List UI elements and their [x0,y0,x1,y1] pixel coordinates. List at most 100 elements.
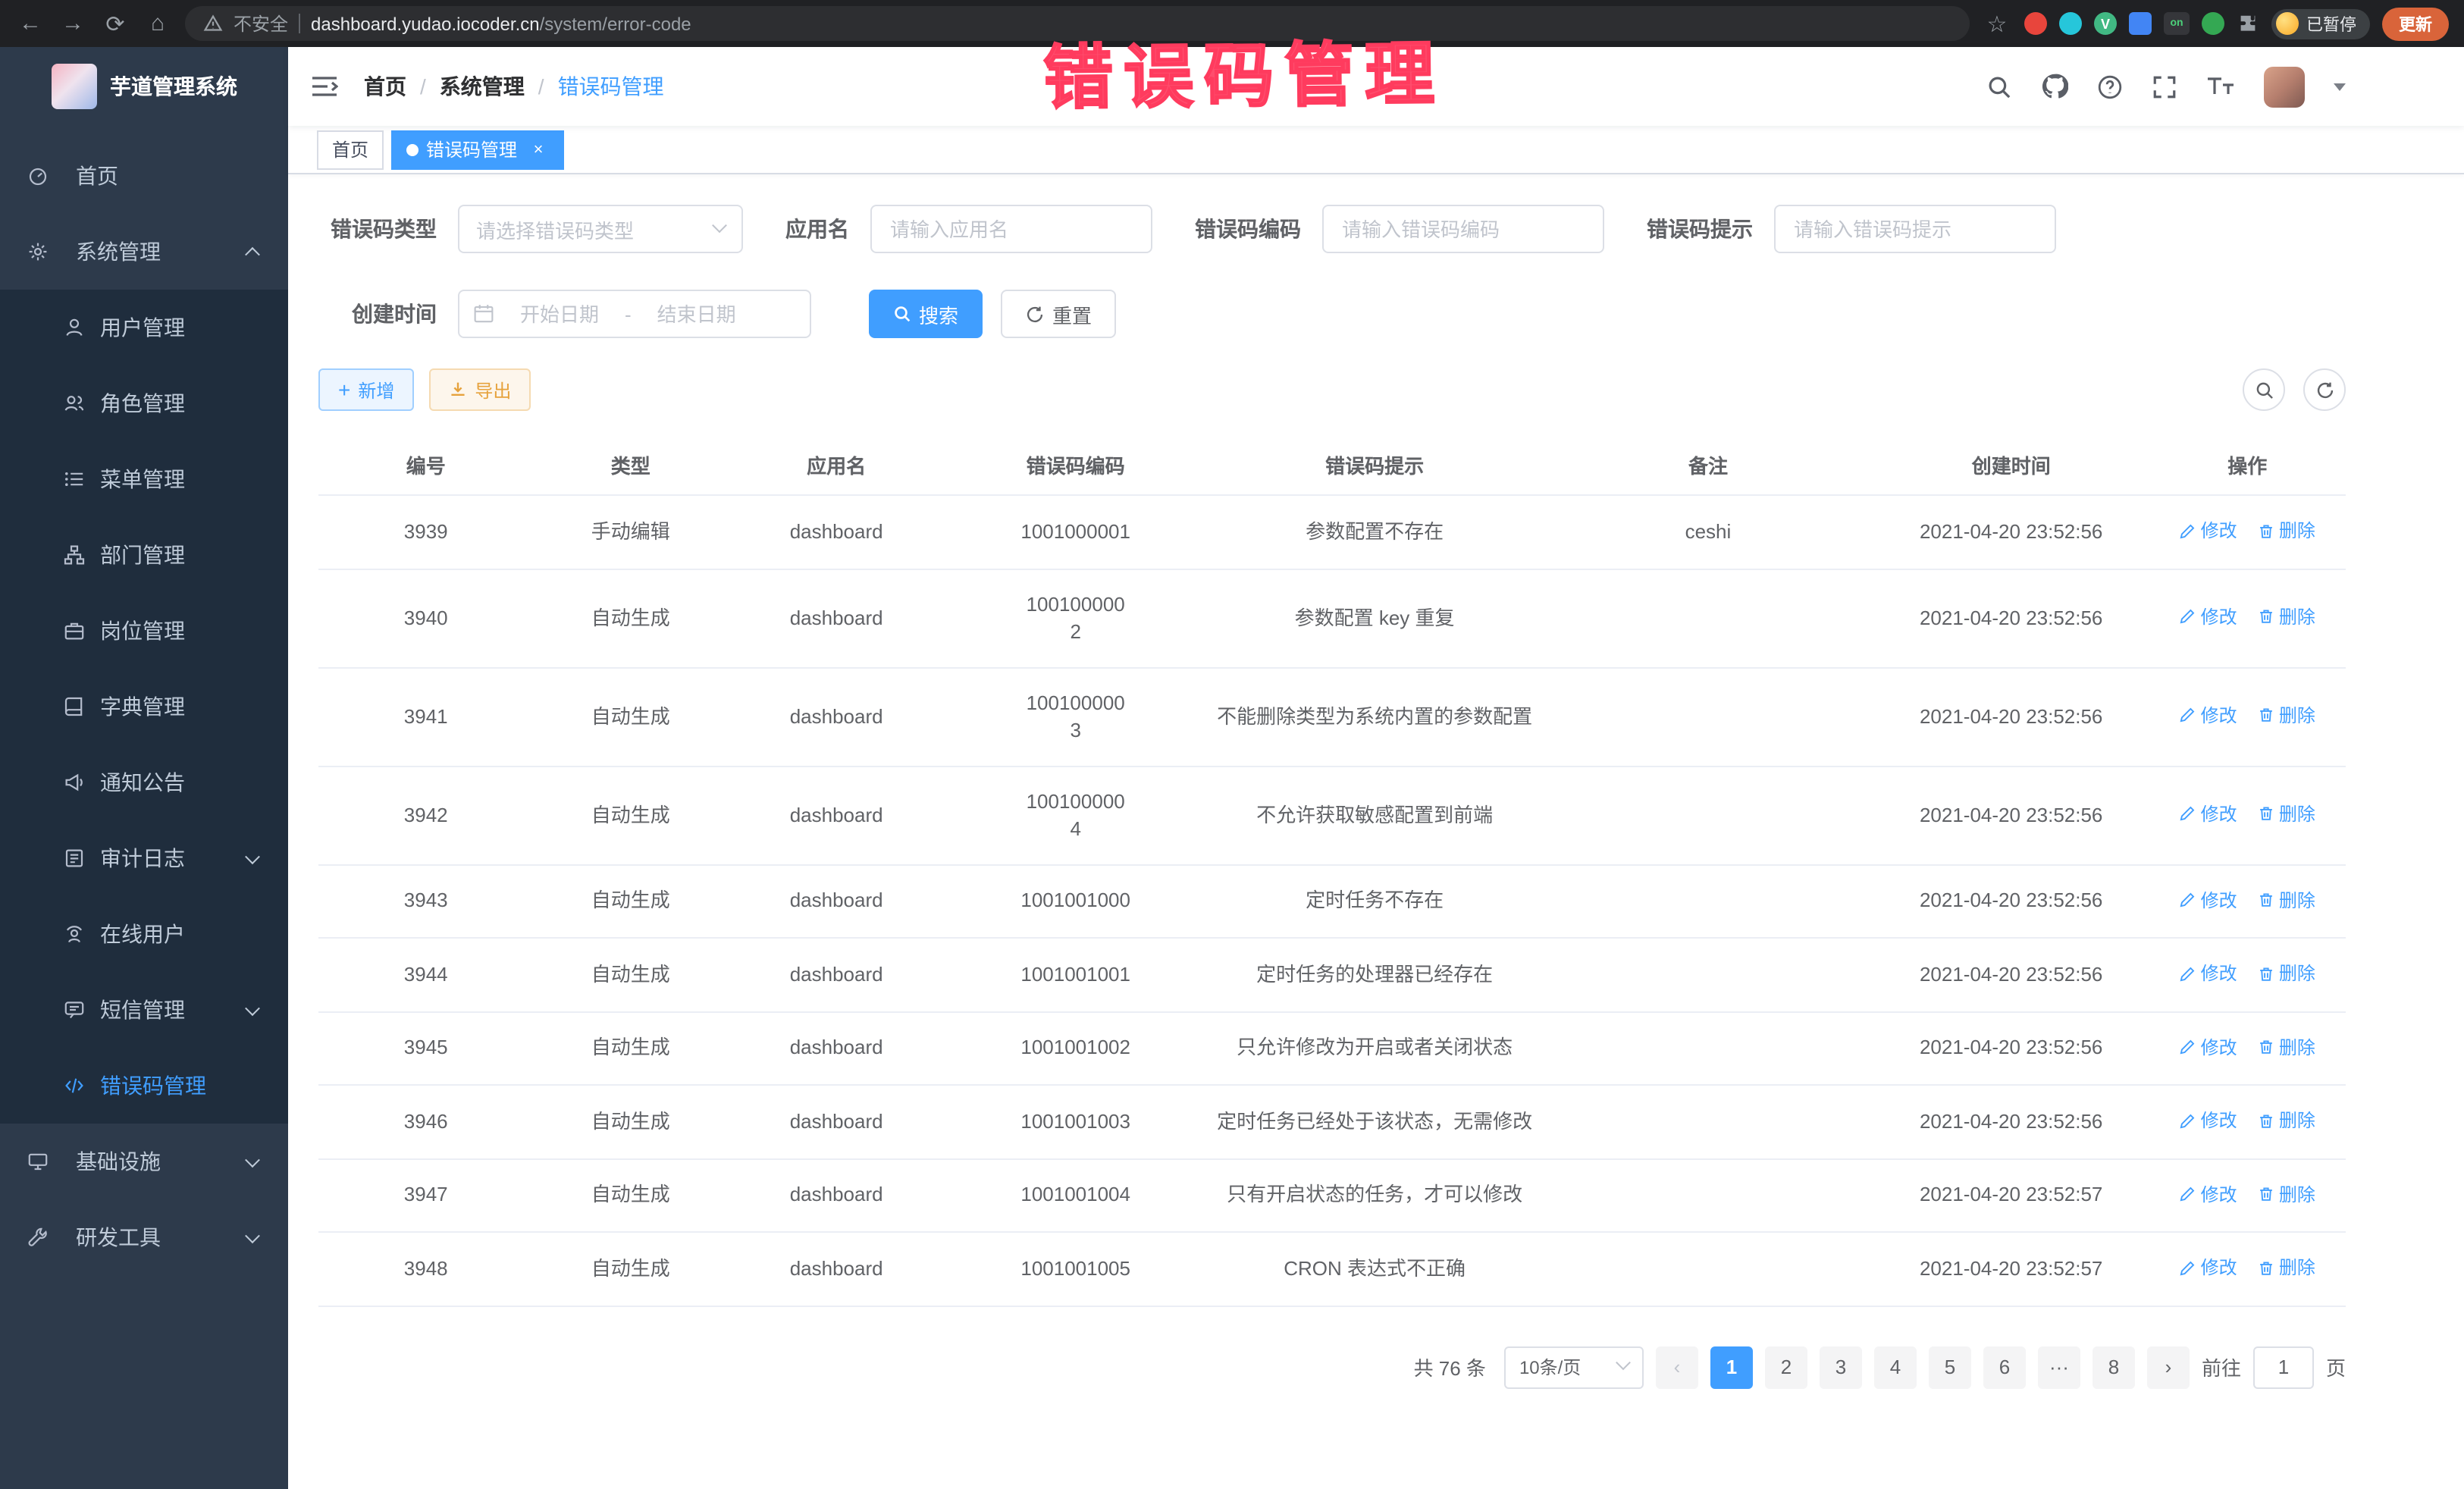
app-logo-row[interactable]: 芋道管理系统 [0,47,288,126]
sidebar-item-system-management[interactable]: 系统管理 [0,214,288,290]
reset-button[interactable]: 重置 [1001,290,1116,338]
app-frame: 芋道管理系统 首页系统管理用户管理角色管理菜单管理部门管理岗位管理字典管理通知公… [0,47,2464,1489]
sidebar-item-dev-tools[interactable]: 研发工具 [0,1199,288,1275]
github-icon[interactable] [2041,73,2068,100]
delete-link-label: 删除 [2279,1033,2315,1061]
cell-remark [1543,1011,1873,1085]
breadcrumb-item[interactable]: 系统管理 [440,71,525,102]
address-bar[interactable]: 不安全 dashboard.yudao.iocoder.cn/system/er… [185,6,1970,41]
sidebar-item-dept-management[interactable]: 部门管理 [0,517,288,593]
search-button[interactable]: 搜索 [869,290,983,338]
edit-link[interactable]: 修改 [2180,1107,2237,1134]
page-button-6[interactable]: 6 [1983,1346,2026,1388]
breadcrumb-item[interactable]: 首页 [364,71,406,102]
delete-link[interactable]: 删除 [2258,960,2315,987]
dashboard-icon [27,165,49,187]
edit-link[interactable]: 修改 [2180,886,2237,914]
avatar-caret-icon[interactable] [2334,83,2346,90]
extension-red-icon[interactable] [2024,12,2047,35]
delete-link[interactable]: 删除 [2258,702,2315,729]
sidebar-item-audit-log[interactable]: 审计日志 [0,820,288,896]
more-pages-button[interactable]: ··· [2038,1346,2080,1388]
edit-link[interactable]: 修改 [2180,1180,2237,1208]
search-icon[interactable] [1986,74,2012,99]
date-range-picker[interactable]: - [458,290,811,338]
sidebar-item-sms-management[interactable]: 短信管理 [0,972,288,1048]
fullscreen-icon[interactable] [2152,74,2177,99]
edit-link[interactable]: 修改 [2180,1033,2237,1061]
delete-link[interactable]: 删除 [2258,603,2315,631]
export-button[interactable]: 导出 [429,368,531,411]
sidebar-item-menu-management[interactable]: 菜单管理 [0,441,288,517]
profile-paused-label: 已暂停 [2306,11,2356,36]
edit-link[interactable]: 修改 [2180,702,2237,729]
tab-error-code[interactable]: 错误码管理× [391,130,564,169]
sidebar-item-home[interactable]: 首页 [0,138,288,214]
reset-button-label: 重置 [1052,299,1092,328]
forward-icon[interactable]: → [58,11,88,36]
app-name-input[interactable] [870,205,1152,253]
cell-type: 自动生成 [533,1158,728,1232]
end-date-input[interactable] [638,303,756,325]
browser-profile-chip[interactable]: 已暂停 [2271,8,2370,39]
start-date-input[interactable] [500,303,619,325]
browser-update-button[interactable]: 更新 [2382,7,2449,40]
sidebar-item-post-management[interactable]: 岗位管理 [0,593,288,669]
error-hint-input[interactable] [1774,205,2056,253]
page-button-2[interactable]: 2 [1765,1346,1807,1388]
cell-type: 自动生成 [533,938,728,1011]
error-type-select[interactable]: 请选择错误码类型 [458,205,743,253]
extensions-puzzle-icon[interactable] [2237,12,2259,35]
extension-vue-icon[interactable]: V [2094,12,2117,35]
delete-link[interactable]: 删除 [2258,517,2315,544]
tab-home[interactable]: 首页 [317,130,384,169]
prev-page-button[interactable]: ‹ [1656,1346,1698,1388]
next-page-button[interactable]: › [2147,1346,2190,1388]
sidebar-item-error-code-management[interactable]: 错误码管理 [0,1048,288,1124]
edit-link[interactable]: 修改 [2180,603,2237,631]
page-button-4[interactable]: 4 [1874,1346,1917,1388]
delete-link[interactable]: 删除 [2258,1033,2315,1061]
back-icon[interactable]: ← [15,11,45,36]
sidebar-item-role-management[interactable]: 角色管理 [0,365,288,441]
sidebar-item-label: 岗位管理 [100,616,185,646]
user-avatar[interactable] [2264,66,2305,107]
delete-link[interactable]: 删除 [2258,801,2315,828]
page-button-1[interactable]: 1 [1710,1346,1753,1388]
add-button[interactable]: + 新增 [318,368,414,411]
extension-on-icon[interactable]: on [2164,12,2190,35]
help-icon[interactable] [2097,74,2123,99]
extension-teal-icon[interactable] [2059,12,2082,35]
tab-close-icon[interactable]: × [528,139,549,160]
page-button-5[interactable]: 5 [1929,1346,1971,1388]
delete-link[interactable]: 删除 [2258,1180,2315,1208]
goto-page-input[interactable] [2253,1346,2314,1388]
page-size-select[interactable]: 10条/页 [1504,1346,1644,1388]
sidebar-item-notice-announcement[interactable]: 通知公告 [0,744,288,820]
font-size-icon[interactable] [2206,74,2235,99]
sidebar-item-dict-management[interactable]: 字典管理 [0,669,288,744]
edit-link-label: 修改 [2201,1254,2237,1281]
edit-link[interactable]: 修改 [2180,1254,2237,1281]
toggle-search-icon[interactable] [2243,368,2285,411]
sidebar-item-online-users[interactable]: 在线用户 [0,896,288,972]
edit-link[interactable]: 修改 [2180,517,2237,544]
edit-link[interactable]: 修改 [2180,801,2237,828]
delete-link[interactable]: 删除 [2258,886,2315,914]
home-icon[interactable]: ⌂ [143,11,173,36]
extension-blue-icon[interactable] [2129,12,2152,35]
sidebar-item-infrastructure[interactable]: 基础设施 [0,1124,288,1199]
page-button-3[interactable]: 3 [1820,1346,1862,1388]
delete-link[interactable]: 删除 [2258,1107,2315,1134]
delete-link[interactable]: 删除 [2258,1254,2315,1281]
page-button-8[interactable]: 8 [2093,1346,2135,1388]
bookmark-star-icon[interactable]: ☆ [1982,10,2012,37]
sidebar-item-label: 审计日志 [100,843,185,873]
sidebar-item-user-management[interactable]: 用户管理 [0,290,288,365]
refresh-table-icon[interactable] [2303,368,2346,411]
extension-green-icon[interactable] [2202,12,2224,35]
reload-icon[interactable]: ⟳ [100,10,130,37]
error-code-input[interactable] [1322,205,1604,253]
edit-link[interactable]: 修改 [2180,960,2237,987]
hamburger-icon[interactable] [311,74,338,99]
